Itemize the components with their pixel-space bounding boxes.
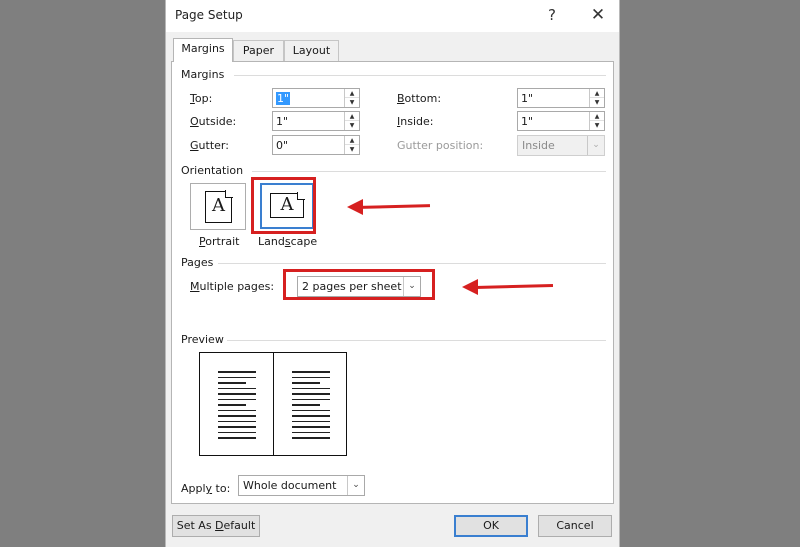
landscape-label: Landscape (258, 235, 318, 248)
gutter-position-label: Gutter position: (397, 139, 484, 152)
tab-margins[interactable]: Margins (173, 38, 233, 62)
gutter-spinner[interactable]: 0" ▲ ▼ (272, 135, 360, 155)
inside-label: Inside: (397, 115, 434, 128)
preview-text-line (292, 376, 330, 378)
preview-text-line (292, 420, 330, 422)
inside-margin-spinner[interactable]: 1" ▲ ▼ (517, 111, 605, 131)
preview-text-line (218, 409, 256, 411)
outside-margin-value[interactable]: 1" (276, 115, 288, 128)
help-button[interactable]: ? (539, 4, 565, 26)
gutter-value[interactable]: 0" (276, 139, 288, 152)
bottom-margin-value[interactable]: 1" (521, 92, 533, 105)
tab-strip: Margins Paper Layout (166, 38, 619, 62)
spin-up-icon[interactable]: ▲ (345, 112, 359, 121)
preview-text-line (292, 393, 330, 395)
set-as-default-button[interactable]: Set As Default (172, 515, 260, 537)
preview-text-line (218, 404, 246, 406)
preview-text-line (292, 415, 330, 417)
preview-text-line (292, 409, 330, 411)
preview-separator (227, 340, 606, 341)
spin-up-icon[interactable]: ▲ (345, 136, 359, 145)
pages-section-label: Pages (181, 256, 214, 269)
dialog-title: Page Setup (175, 8, 243, 22)
chevron-down-icon: ⌄ (587, 136, 604, 155)
preview-text-line (292, 398, 330, 400)
preview-text-line (218, 371, 256, 373)
close-button[interactable]: ✕ (585, 4, 611, 26)
tab-paper[interactable]: Paper (233, 40, 284, 61)
preview-fold-line (273, 353, 274, 455)
orientation-section-label: Orientation (181, 164, 244, 177)
margins-section-label: Margins (181, 68, 225, 81)
cancel-button[interactable]: Cancel (538, 515, 612, 537)
ok-button[interactable]: OK (454, 515, 528, 537)
spin-down-icon[interactable]: ▼ (345, 145, 359, 154)
top-label: Top: (190, 92, 213, 105)
spin-down-icon[interactable]: ▼ (590, 121, 604, 130)
margins-separator (234, 75, 606, 76)
gutter-position-value: Inside (522, 139, 555, 152)
tab-layout[interactable]: Layout (284, 40, 339, 61)
preview-text-line (218, 387, 256, 389)
landscape-highlight-box (251, 177, 316, 234)
preview-text-line (218, 398, 256, 400)
multiple-pages-highlight-box (283, 269, 435, 300)
spin-up-icon[interactable]: ▲ (590, 112, 604, 121)
top-margin-spinner[interactable]: 1" ▲ ▼ (272, 88, 360, 108)
apply-to-label: Apply to: (181, 482, 231, 495)
inside-margin-value[interactable]: 1" (521, 115, 533, 128)
spin-down-icon[interactable]: ▼ (590, 98, 604, 107)
spin-up-icon[interactable]: ▲ (345, 89, 359, 98)
preview-text-line (292, 371, 330, 373)
preview-text-line (218, 437, 256, 439)
preview-text-line (292, 387, 330, 389)
gutter-label: Gutter: (190, 139, 229, 152)
preview-section-label: Preview (181, 333, 224, 346)
spin-down-icon[interactable]: ▼ (345, 98, 359, 107)
pages-separator (218, 263, 606, 264)
preview-text-line (218, 376, 256, 378)
preview-text-line (292, 431, 330, 433)
bottom-label: Bottom: (397, 92, 442, 105)
preview-text-line (292, 426, 330, 428)
bottom-margin-spinner[interactable]: 1" ▲ ▼ (517, 88, 605, 108)
preview-text-line (218, 393, 256, 395)
preview-pages (199, 352, 347, 456)
outside-label: Outside: (190, 115, 237, 128)
preview-text-line (218, 420, 256, 422)
preview-text-line (218, 415, 256, 417)
portrait-button[interactable]: A (190, 183, 246, 230)
top-margin-value[interactable]: 1" (276, 92, 291, 105)
preview-text-line (218, 431, 256, 433)
title-bar: Page Setup ? ✕ (166, 0, 619, 32)
preview-text-line (292, 382, 320, 384)
multiple-pages-label: Multiple pages: (190, 280, 275, 293)
apply-to-dropdown[interactable]: Whole document ⌄ (238, 475, 365, 496)
chevron-down-icon[interactable]: ⌄ (347, 476, 364, 495)
portrait-label: Portrait (199, 235, 240, 248)
gutter-position-dropdown: Inside ⌄ (517, 135, 605, 156)
preview-text-line (292, 437, 330, 439)
portrait-page-icon: A (205, 190, 233, 223)
orientation-separator (252, 171, 606, 172)
spin-down-icon[interactable]: ▼ (345, 121, 359, 130)
preview-text-line (218, 382, 246, 384)
apply-to-value: Whole document (243, 479, 337, 492)
preview-text-line (218, 426, 256, 428)
outside-margin-spinner[interactable]: 1" ▲ ▼ (272, 111, 360, 131)
spin-up-icon[interactable]: ▲ (590, 89, 604, 98)
preview-text-line (292, 404, 320, 406)
